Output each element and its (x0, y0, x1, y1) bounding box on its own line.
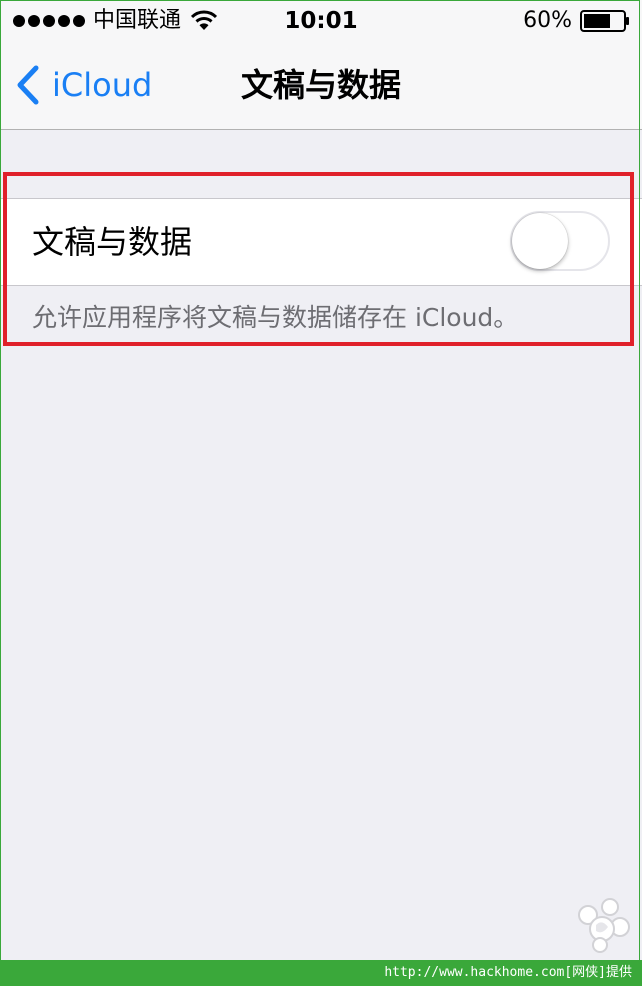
toggle-knob (512, 213, 568, 269)
watermark-text: http://www.hackhome.com[网侠]提供 (384, 965, 632, 980)
documents-data-row: 文稿与数据 (0, 198, 642, 286)
watermark-icon (578, 898, 630, 953)
page-title: 文稿与数据 (240, 66, 401, 104)
battery-icon (580, 10, 629, 32)
footer-bar: http://www.hackhome.com[网侠]提供 (0, 960, 642, 986)
status-bar: 中国联通 10:01 60% (0, 0, 642, 40)
status-right: 60% (523, 6, 630, 36)
row-label: 文稿与数据 (32, 223, 193, 261)
footer-note: 允许应用程序将文稿与数据储存在 iCloud。 (32, 303, 519, 332)
battery-percentage: 60% (523, 8, 572, 33)
documents-data-toggle[interactable] (510, 211, 610, 271)
navigation-bar: iCloud 文稿与数据 (0, 40, 642, 130)
screenshot-frame (0, 0, 640, 984)
